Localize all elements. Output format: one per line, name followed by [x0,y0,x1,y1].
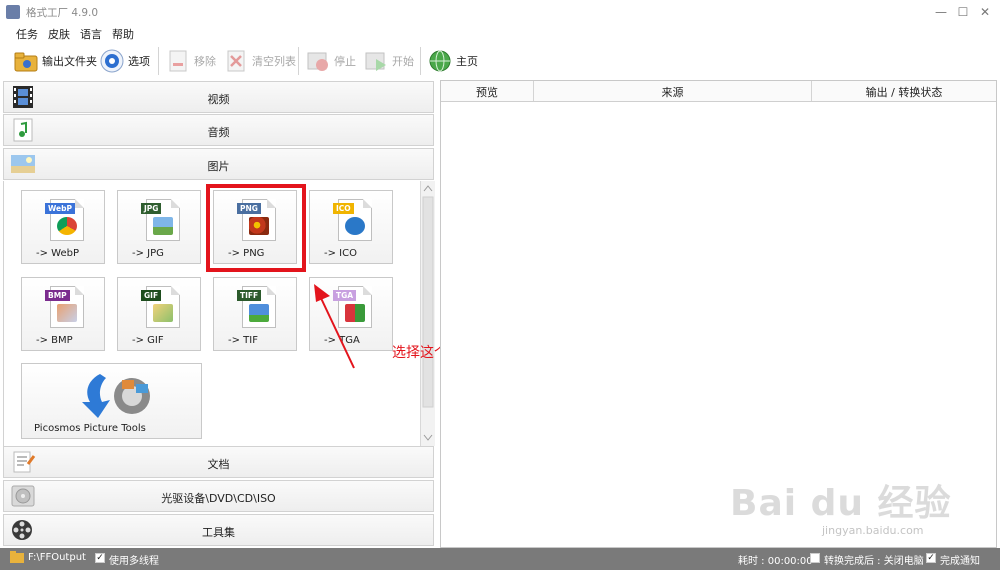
tile-label: -> GIF [132,335,164,346]
stop-icon [306,49,330,73]
clear-list-button[interactable]: 清空列表 [224,48,296,74]
ico-info-icon: ICO [333,199,372,241]
scrollbar[interactable] [420,181,435,446]
category-video-label: 视频 [207,93,230,106]
category-audio[interactable]: 音频 [3,114,434,146]
category-image-label: 图片 [207,160,230,173]
clear-icon [224,49,248,73]
column-preview[interactable]: 预览 [441,84,533,100]
clear-list-label: 清空列表 [252,55,296,68]
menu-bar [0,24,1000,42]
scrollbar-arrows-icon [422,185,434,441]
webp-chrome-icon: WebP [45,199,84,241]
tile-label: -> WebP [36,248,79,259]
remove-label: 移除 [194,55,216,68]
tile-to-tif[interactable]: TIFF -> TIF [213,277,297,351]
menu-task[interactable]: 任务 [16,26,38,42]
column-status[interactable]: 输出 / 转换状态 [812,84,996,100]
menu-help[interactable]: 帮助 [112,26,134,42]
folder-icon[interactable] [10,551,24,563]
after-done-label: 转换完成后 : 关闭电脑 [824,556,924,567]
category-tools-label: 工具集 [202,526,235,539]
start-button[interactable]: 开始 [364,48,414,74]
category-audio-label: 音频 [207,126,230,139]
options-icon [100,49,124,73]
output-path[interactable]: F:\FFOutput [28,552,86,563]
output-folder-label: 输出文件夹 [42,55,97,68]
home-button[interactable]: 主页 [428,48,478,74]
jpg-landscape-icon: JPG [141,199,180,241]
start-label: 开始 [392,55,414,68]
output-folder-button[interactable]: 输出文件夹 [14,48,97,74]
window-title: 格式工厂 4.9.0 [26,7,99,19]
tile-to-ico[interactable]: ICO -> ICO [309,190,393,264]
title-bar [0,0,1000,24]
tile-label: -> ICO [324,248,357,259]
tile-to-gif[interactable]: GIF -> GIF [117,277,201,351]
category-optical[interactable]: 光驱设备\DVD\CD\ISO [3,480,434,512]
tile-label: Picosmos Picture Tools [34,423,146,434]
tile-picosmos[interactable]: Picosmos Picture Tools [21,363,202,439]
category-document-label: 文档 [207,458,230,471]
tile-label: -> JPG [132,248,164,259]
tile-label: -> BMP [36,335,73,346]
category-optical-label: 光驱设备\DVD\CD\ISO [161,492,276,505]
bmp-paint-icon: BMP [45,286,84,328]
tile-to-webp[interactable]: WebP -> WebP [21,190,105,264]
toolbar-divider [298,47,299,75]
multithread-checkbox[interactable]: ✓ [95,553,105,563]
options-label: 选项 [128,55,150,68]
tile-to-jpg[interactable]: JPG -> JPG [117,190,201,264]
category-image[interactable]: 图片 [3,148,434,180]
stop-button[interactable]: 停止 [306,48,356,74]
notify-checkbox[interactable]: ✓ [926,553,936,563]
app-icon [6,5,20,19]
annotation-highlight-box [206,184,306,272]
menu-language[interactable]: 语言 [80,26,102,42]
home-globe-icon [428,49,452,73]
annotation-arrow-icon [314,284,355,369]
close-button[interactable]: ✕ [974,3,996,21]
minimize-button[interactable]: — [930,3,952,21]
home-label: 主页 [456,55,478,68]
picosmos-icon [82,374,150,418]
maximize-button[interactable]: ☐ [952,3,974,21]
category-video[interactable]: 视频 [3,81,434,113]
column-source[interactable]: 来源 [534,84,811,100]
baidu-watermark-url: jingyan.baidu.com [822,524,924,537]
multithread-label: 使用多线程 [109,556,159,567]
toolbar-divider [158,47,159,75]
remove-button[interactable]: 移除 [166,48,216,74]
toolbar [0,42,1000,80]
category-document[interactable]: 文档 [3,446,434,478]
start-icon [364,49,388,73]
folder-icon [14,49,38,73]
baidu-watermark-logo: Bai du 经验 [730,483,952,524]
category-tools[interactable]: 工具集 [3,514,434,546]
tile-to-bmp[interactable]: BMP -> BMP [21,277,105,351]
notify-label: 完成通知 [940,556,980,567]
toolbar-divider [420,47,421,75]
stop-label: 停止 [334,55,356,68]
elapsed-time: 耗时 : 00:00:00 [738,556,813,567]
remove-icon [166,49,190,73]
gif-image-icon: GIF [141,286,180,328]
after-done-checkbox[interactable] [810,553,820,563]
menu-skin[interactable]: 皮肤 [48,26,70,42]
tile-label: -> TIF [228,335,258,346]
tif-landscape-icon: TIFF [237,286,276,328]
options-button[interactable]: 选项 [100,48,150,74]
